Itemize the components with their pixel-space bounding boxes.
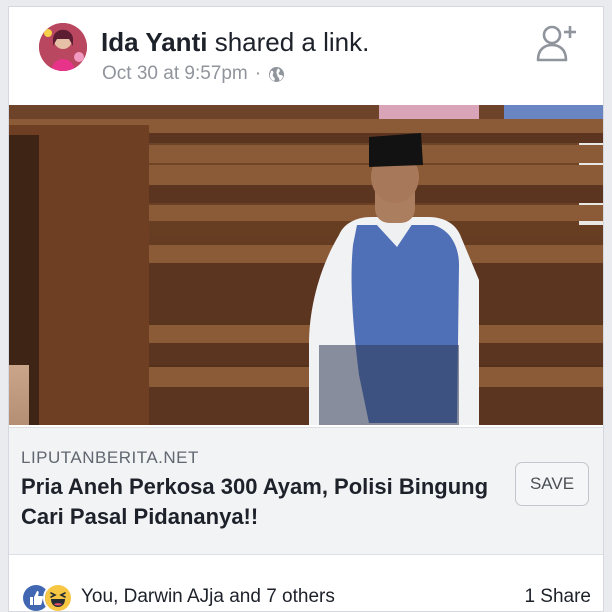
post-header: Ida Yanti shared a link. Oct 30 at 9:57p… — [9, 7, 603, 103]
author-name[interactable]: Ida Yanti — [101, 27, 207, 57]
add-person-icon[interactable] — [535, 21, 579, 65]
post-action-text: shared a link. — [214, 27, 370, 57]
post-meta: Oct 30 at 9:57pm · — [102, 63, 285, 85]
screenshot-frame: Ida Yanti shared a link. Oct 30 at 9:57p… — [0, 0, 612, 612]
link-title[interactable]: Pria Aneh Perkosa 300 Ayam, Polisi Bingu… — [21, 472, 491, 532]
author-line: Ida Yanti shared a link. — [101, 27, 369, 58]
reaction-icons[interactable] — [21, 583, 73, 611]
save-button[interactable]: SAVE — [515, 462, 589, 506]
link-preview-panel[interactable]: LIPUTANBERITA.NET Pria Aneh Perkosa 300 … — [9, 427, 603, 555]
reactions-summary[interactable]: You, Darwin AJja and 7 others — [81, 586, 335, 608]
reactions-bar: You, Darwin AJja and 7 others 1 Share — [9, 555, 603, 611]
author-avatar[interactable] — [39, 23, 87, 71]
globe-icon[interactable] — [268, 66, 285, 83]
meta-separator: · — [254, 63, 262, 84]
share-count[interactable]: 1 Share — [524, 586, 591, 608]
link-domain: LIPUTANBERITA.NET — [21, 448, 199, 467]
post-timestamp[interactable]: Oct 30 at 9:57pm — [102, 63, 248, 85]
shared-link-post: Ida Yanti shared a link. Oct 30 at 9:57p… — [8, 6, 604, 612]
haha-icon — [43, 583, 73, 611]
link-thumbnail[interactable] — [9, 105, 603, 425]
avatar-image — [39, 23, 87, 71]
courtroom-photo — [9, 105, 603, 425]
